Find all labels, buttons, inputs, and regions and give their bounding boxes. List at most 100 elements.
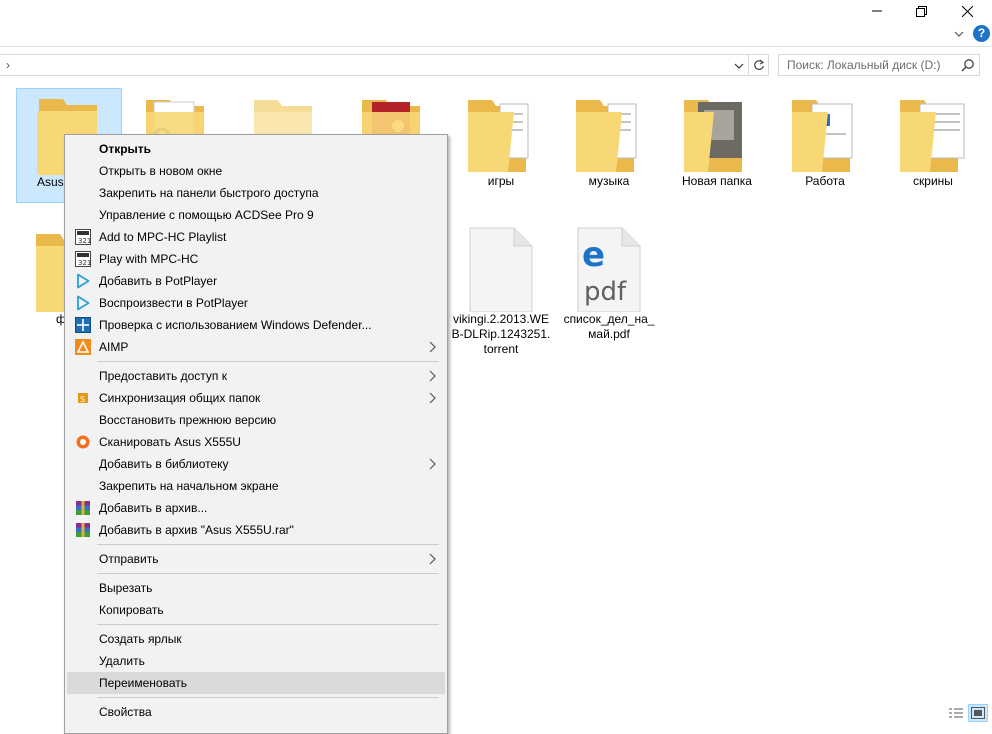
search-box[interactable] xyxy=(778,54,980,76)
ribbon-row: ? xyxy=(0,24,992,46)
menu-item-create-shortcut[interactable]: Создать ярлык xyxy=(67,628,445,650)
folder-icon xyxy=(880,88,986,174)
menu-item-label: Вырезать xyxy=(99,581,153,595)
menu-item-restore-version[interactable]: Восстановить прежнюю версию xyxy=(67,409,445,431)
folder-icon xyxy=(772,88,878,174)
potplayer-icon xyxy=(77,273,90,289)
menu-item-add-archive[interactable]: Добавить в архив... xyxy=(67,497,445,519)
menu-item-label: Воспроизвести в PotPlayer xyxy=(99,296,248,310)
menu-item-give-access[interactable]: Предоставить доступ к xyxy=(67,365,445,387)
menu-item-rename[interactable]: Переименовать xyxy=(67,672,445,694)
svg-text:e: e xyxy=(582,235,605,275)
aimp-icon xyxy=(75,339,91,355)
svg-text:321: 321 xyxy=(78,259,91,267)
chevron-right-icon xyxy=(429,553,436,565)
menu-item-properties[interactable]: Свойства xyxy=(67,701,445,723)
menu-item-sync-folders[interactable]: S Синхронизация общих папок xyxy=(67,387,445,409)
menu-item-label: Открыть в новом окне xyxy=(99,164,223,178)
menu-item-label: Сканировать Asus X555U xyxy=(99,435,241,449)
help-icon[interactable]: ? xyxy=(973,25,990,42)
mpc-hc-icon: 321 xyxy=(75,229,91,245)
menu-item-delete[interactable]: Удалить xyxy=(67,650,445,672)
pdf-label: pdf xyxy=(584,277,627,307)
menu-item-mpc-play[interactable]: 321 Play with MPC-HC xyxy=(67,248,445,270)
folder-icon xyxy=(556,88,662,174)
menu-item-label: Добавить в архив "Asus X555U.rar" xyxy=(99,523,294,537)
address-dropdown-button[interactable] xyxy=(731,58,747,74)
menu-item-label: Проверка с использованием Windows Defend… xyxy=(99,318,372,332)
file-torrent[interactable]: vikingi.2.2013.WE B-DLRip.1243251. torre… xyxy=(448,226,554,357)
menu-item-label: Добавить в архив... xyxy=(99,501,208,515)
menu-separator xyxy=(97,361,439,362)
menu-item-label: Копировать xyxy=(99,603,164,617)
menu-separator xyxy=(97,544,439,545)
menu-item-add-archive-named[interactable]: Добавить в архив "Asus X555U.rar" xyxy=(67,519,445,541)
avast-icon xyxy=(76,435,90,449)
svg-text:S: S xyxy=(80,395,85,404)
folder-icon xyxy=(664,88,770,174)
address-bar[interactable]: › xyxy=(0,54,749,76)
file-name-line: torrent xyxy=(483,342,519,356)
menu-item-label: Добавить в библиотеку xyxy=(99,457,229,471)
folder-games[interactable]: игры xyxy=(448,88,554,189)
close-icon xyxy=(961,5,973,17)
menu-item-label: Переименовать xyxy=(99,676,187,690)
menu-separator xyxy=(97,697,439,698)
file-name: музыка xyxy=(588,174,630,188)
menu-item-potplayer-add[interactable]: Добавить в PotPlayer xyxy=(67,270,445,292)
details-view-button[interactable] xyxy=(946,704,966,722)
large-icons-view-icon xyxy=(971,707,985,719)
menu-item-avast-scan[interactable]: Сканировать Asus X555U xyxy=(67,431,445,453)
file-name-line: vikingi.2.2013.WE xyxy=(452,312,550,326)
close-button[interactable] xyxy=(944,0,990,22)
breadcrumb-chevron-icon[interactable]: › xyxy=(6,58,10,72)
menu-item-label: Удалить xyxy=(99,654,145,668)
menu-item-defender-scan[interactable]: Проверка с использованием Windows Defend… xyxy=(67,314,445,336)
menu-item-add-to-library[interactable]: Добавить в библиотеку xyxy=(67,453,445,475)
menu-item-aimp[interactable]: AIMP xyxy=(67,336,445,358)
menu-item-label: Добавить в PotPlayer xyxy=(99,274,218,288)
menu-item-label: Отправить xyxy=(99,552,159,566)
menu-item-label: Синхронизация общих папок xyxy=(99,391,261,405)
menu-item-label: AIMP xyxy=(99,340,129,354)
restore-button[interactable] xyxy=(898,0,944,22)
potplayer-icon xyxy=(77,295,90,311)
menu-item-copy[interactable]: Копировать xyxy=(67,599,445,621)
folder-work[interactable]: Работа xyxy=(772,88,878,189)
menu-item-mpc-add-playlist[interactable]: 321 Add to MPC-HC Playlist xyxy=(67,226,445,248)
menu-separator xyxy=(97,573,439,574)
file-name: Новая папка xyxy=(682,174,752,188)
menu-item-label: Play with MPC-HC xyxy=(99,252,199,266)
large-icons-view-button[interactable] xyxy=(968,704,988,722)
menu-item-pin-quick-access[interactable]: Закрепить на панели быстрого доступа xyxy=(67,182,445,204)
file-name-line: май.pdf xyxy=(588,327,630,341)
menu-item-pin-start[interactable]: Закрепить на начальном экране xyxy=(67,475,445,497)
folder-screenshots[interactable]: скрины xyxy=(880,88,986,189)
folder-music[interactable]: музыка xyxy=(556,88,662,189)
search-icon[interactable] xyxy=(961,58,975,72)
menu-item-label: Открыть xyxy=(99,142,152,156)
menu-item-open-new-window[interactable]: Открыть в новом окне xyxy=(67,160,445,182)
menu-item-open[interactable]: Открыть xyxy=(67,138,445,160)
menu-item-potplayer-play[interactable]: Воспроизвести в PotPlayer xyxy=(67,292,445,314)
search-input[interactable] xyxy=(787,58,957,72)
file-name: Работа xyxy=(805,174,845,188)
view-switcher xyxy=(946,704,988,722)
minimize-button[interactable] xyxy=(854,0,900,22)
menu-item-acdsee[interactable]: Управление с помощью ACDSee Pro 9 xyxy=(67,204,445,226)
refresh-button[interactable] xyxy=(749,54,769,76)
refresh-icon xyxy=(753,59,764,70)
file-name: игры xyxy=(487,174,515,188)
chevron-down-icon xyxy=(734,63,744,69)
menu-item-label: Восстановить прежнюю версию xyxy=(99,413,277,427)
context-menu: Открыть Открыть в новом окне Закрепить н… xyxy=(64,134,448,734)
folder-new[interactable]: Новая папка xyxy=(664,88,770,189)
ribbon-expand-icon[interactable] xyxy=(953,26,965,42)
windows-defender-icon xyxy=(75,317,91,333)
menu-item-send-to[interactable]: Отправить xyxy=(67,548,445,570)
menu-item-label: Свойства xyxy=(99,705,152,719)
minimize-icon xyxy=(872,10,882,12)
menu-item-cut[interactable]: Вырезать xyxy=(67,577,445,599)
file-pdf[interactable]: e pdf список_дел_на_ май.pdf xyxy=(556,226,662,342)
chevron-right-icon xyxy=(429,341,436,353)
